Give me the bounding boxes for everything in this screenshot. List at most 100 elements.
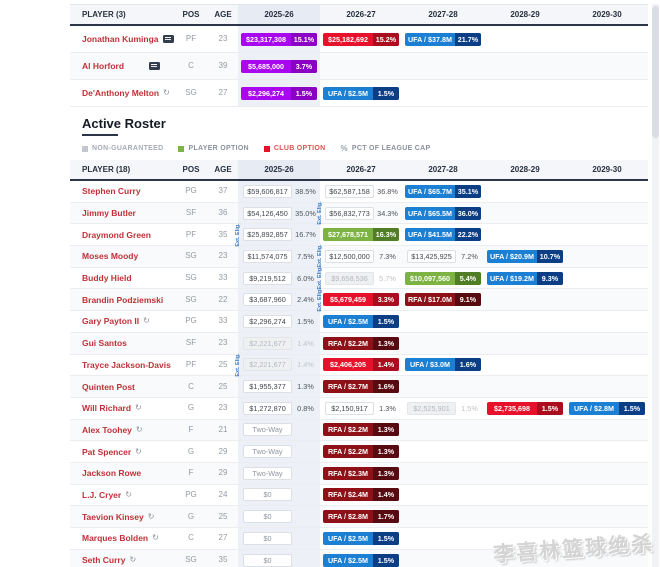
pos-cell: SG	[174, 252, 208, 260]
salary-badge-blue: UFA / $20.9M10.7%	[487, 250, 563, 263]
player-name-link[interactable]: Seth Curry	[82, 555, 125, 565]
pos-cell: G	[174, 513, 208, 521]
year-cell	[484, 80, 566, 106]
player-name-link[interactable]: De'Anthony Melton	[82, 88, 159, 98]
table-row: Will Richard↻G23$1,272,8700.8%$2,150,917…	[70, 398, 648, 420]
table-row: Stephen CurryPG37$59,606,81738.5%$62,587…	[70, 181, 648, 203]
age-cell: 27	[208, 534, 238, 542]
header-player[interactable]: PLAYER (18)	[70, 165, 174, 174]
salary-pct: 22.2%	[455, 228, 481, 241]
salary-badge-maroon: RFA / $17.0M9.1%	[405, 293, 481, 306]
salary-amount: UFA / $3.0M	[405, 358, 455, 371]
salary-badge-blue: UFA / $2.5M1.5%	[323, 87, 399, 100]
header-year[interactable]: 2028-29	[484, 10, 566, 19]
header-year[interactable]: 2027-28	[402, 10, 484, 19]
header-year[interactable]: 2026-27	[320, 165, 402, 174]
year-cell: $54,126,45035.0%	[238, 203, 320, 224]
year-cell	[566, 26, 648, 52]
player-name-link[interactable]: Stephen Curry	[82, 186, 141, 196]
salary-badge-purple: $2,296,2741.5%	[241, 87, 317, 100]
age-cell: 33	[208, 317, 238, 325]
player-name-link[interactable]: Alex Toohey	[82, 425, 132, 435]
player-name-link[interactable]: Jonathan Kuminga	[82, 34, 159, 44]
header-year[interactable]: 2025-26	[238, 5, 320, 24]
player-name-link[interactable]: Marques Bolden	[82, 533, 148, 543]
year-cell: $10,097,5605.4%	[402, 268, 484, 289]
player-name-link[interactable]: Jackson Rowe	[82, 468, 141, 478]
player-status-icon: ↻	[163, 89, 170, 97]
salary-amount: RFA / $2.7M	[323, 380, 373, 393]
year-cell	[484, 355, 566, 376]
year-cell: $3,687,9602.4%	[238, 289, 320, 310]
player-name-link[interactable]: Draymond Green	[82, 230, 151, 240]
header-pos[interactable]: POS	[174, 10, 208, 19]
table-row: De'Anthony Melton↻SG27$2,296,2741.5%UFA …	[70, 80, 648, 107]
year-cell: Ext. Elig.$9,658,5365.7%	[320, 268, 402, 289]
header-year[interactable]: 2027-28	[402, 165, 484, 174]
year-cell: $25,182,69215.2%	[320, 26, 402, 52]
salary-pct: 36.8%	[374, 187, 401, 196]
year-cell: RFA / $2.4M1.4%	[320, 485, 402, 506]
salary-pct: 1.5%	[373, 554, 399, 567]
header-year[interactable]: 2025-26	[238, 160, 320, 179]
player-name-link[interactable]: Al Horford	[82, 61, 124, 71]
year-cell	[484, 311, 566, 332]
player-name-link[interactable]: L.J. Cryer	[82, 490, 121, 500]
player-status-icon: ↻	[136, 426, 143, 434]
player-name-link[interactable]: Taevion Kinsey	[82, 512, 144, 522]
player-cell: Jackson Rowe	[70, 463, 174, 484]
salary-value-wrap: $25,892,85716.7%	[238, 228, 320, 241]
salary-value-box: $13,425,925	[407, 250, 456, 263]
player-cell: Quinten Post	[70, 376, 174, 397]
player-cell: Alex Toohey ↻	[70, 420, 174, 441]
player-name-link[interactable]: Trayce Jackson-Davis	[82, 360, 171, 370]
pos-cell: PG	[174, 317, 208, 325]
salary-value-box: Two-Way	[243, 467, 292, 480]
salary-pct: 1.5%	[373, 315, 399, 328]
table-row: Draymond GreenPF35Ext. Elig.$25,892,8571…	[70, 224, 648, 246]
salary-amount: $23,317,308	[241, 33, 291, 46]
player-name-link[interactable]: Buddy Hield	[82, 273, 132, 283]
year-cell	[484, 420, 566, 441]
player-name-link[interactable]: Quinten Post	[82, 382, 135, 392]
header-year[interactable]: 2026-27	[320, 10, 402, 19]
header-year[interactable]: 2029-30	[566, 165, 648, 174]
year-cell	[402, 506, 484, 527]
pos-cell: F	[174, 469, 208, 477]
header-year[interactable]: 2029-30	[566, 10, 648, 19]
year-cell	[402, 485, 484, 506]
age-cell: 24	[208, 491, 238, 499]
scrollbar-thumb[interactable]	[652, 6, 659, 138]
player-name-link[interactable]: Gui Santos	[82, 338, 127, 348]
salary-pct: 1.5%	[292, 317, 319, 326]
player-cell: Taevion Kinsey ↻	[70, 506, 174, 527]
player-name-link[interactable]: Jimmy Butler	[82, 208, 136, 218]
player-name-link[interactable]: Gary Payton II	[82, 316, 139, 326]
year-cell	[402, 311, 484, 332]
year-cell	[566, 224, 648, 245]
salary-amount: RFA / $2.2M	[323, 445, 373, 458]
salary-pct: 1.3%	[373, 423, 399, 436]
header-age[interactable]: AGE	[208, 10, 238, 19]
year-cell: UFA / $37.8M21.7%	[402, 26, 484, 52]
player-name-link[interactable]: Brandin Podziemski	[82, 295, 163, 305]
header-player[interactable]: PLAYER (3)	[70, 10, 174, 19]
salary-amount: $25,182,692	[323, 33, 373, 46]
header-age[interactable]: AGE	[208, 165, 238, 174]
header-year[interactable]: 2028-29	[484, 165, 566, 174]
player-name-link[interactable]: Moses Moody	[82, 251, 138, 261]
year-cell: $0	[238, 528, 320, 549]
salary-pct: 1.5%	[373, 87, 399, 100]
player-name-link[interactable]: Pat Spencer	[82, 447, 131, 457]
year-cell: RFA / $2.7M1.6%	[320, 376, 402, 397]
player-status-icon: ↻	[148, 513, 155, 521]
salary-badge-maroon: RFA / $2.8M1.7%	[323, 510, 399, 523]
player-status-icon: ↻	[129, 556, 136, 564]
salary-value-box: $56,832,773	[325, 207, 374, 220]
player-name-link[interactable]: Will Richard	[82, 403, 131, 413]
year-cell: UFA / $2.5M1.5%	[320, 80, 402, 106]
header-pos[interactable]: POS	[174, 165, 208, 174]
salary-value-box: $3,687,960	[243, 293, 292, 306]
year-cell: Two-Way	[238, 441, 320, 462]
salary-amount: $10,097,560	[405, 272, 455, 285]
